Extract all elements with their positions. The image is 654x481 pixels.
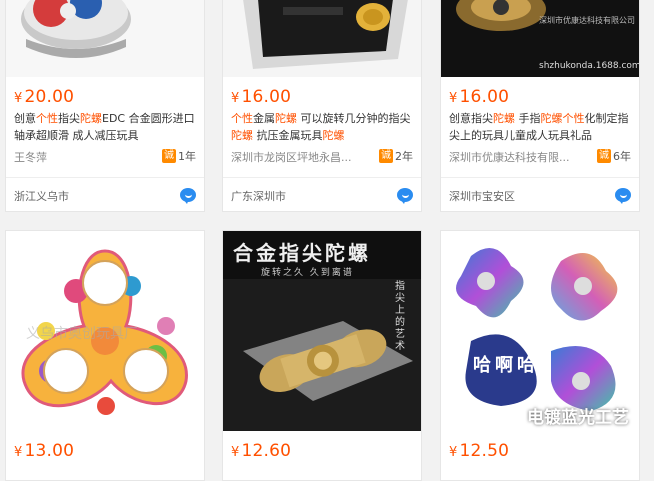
divider [441, 177, 639, 178]
product-location: 浙江义乌市 [14, 190, 69, 203]
title-keyword-highlight: 陀螺 [540, 112, 563, 125]
product-price: ¥13.00 [14, 441, 75, 461]
product-image[interactable]: 义乌市奥创玩具厂 [6, 231, 204, 431]
product-price: ¥16.00 [449, 87, 510, 107]
title-keyword-highlight: 陀螺 [231, 129, 253, 142]
title-keyword-highlight: 个性 [231, 112, 253, 125]
shop-name[interactable]: 王冬萍 [14, 149, 47, 165]
title-keyword-highlight: 陀螺 [275, 112, 297, 125]
title-text-segment: 金属 [253, 112, 275, 125]
chat-icon[interactable] [180, 188, 196, 204]
product-logo-text: 哈啊哈 [473, 355, 539, 376]
product-image[interactable] [6, 0, 204, 77]
product-card[interactable]: ¥16.00 个性金属陀螺 可以旋转几分钟的指尖陀螺 抗压金属玩具陀螺 深圳市龙… [222, 0, 422, 212]
product-price: ¥16.00 [231, 87, 292, 107]
watermark-text: 深圳市优康达科技有限公司 [539, 16, 635, 25]
product-image[interactable]: 合金指尖陀螺 旋转之久 久到离谱 指尖上的艺术 [223, 231, 421, 431]
spinner-tin-image [6, 0, 204, 77]
chat-icon[interactable] [615, 188, 631, 204]
title-text-segment: 抗压金属玩具 [253, 129, 323, 142]
title-keyword-highlight: 陀螺 [80, 112, 102, 125]
chengxintong-badge: 诚 6年 [597, 149, 631, 163]
product-title[interactable]: 创意个性指尖陀螺EDC 合金圆形进口轴承超顺滑 成人减压玩具 [14, 110, 198, 144]
product-card[interactable]: 义乌市奥创玩具厂 ¥13.00 [5, 230, 205, 481]
product-title[interactable]: 个性金属陀螺 可以旋转几分钟的指尖陀螺 抗压金属玩具陀螺 [231, 110, 415, 144]
chat-icon[interactable] [397, 188, 413, 204]
product-card[interactable]: 哈啊哈 电镀蓝光工艺 ¥12.50 [440, 230, 640, 481]
product-card[interactable]: 深圳市优康达科技有限公司 shzhukonda.1688.com ¥16.00 … [440, 0, 640, 212]
product-image[interactable]: 哈啊哈 电镀蓝光工艺 [441, 231, 639, 431]
divider [223, 177, 421, 178]
title-keyword-highlight: 个性 [36, 112, 58, 125]
product-price: ¥20.00 [14, 87, 75, 107]
title-text-segment: 指尖 [58, 112, 80, 125]
watermark-text: 义乌市奥创玩具厂 [26, 326, 138, 342]
divider [6, 177, 204, 178]
spinner-box-image [223, 0, 421, 77]
product-card[interactable]: 合金指尖陀螺 旋转之久 久到离谱 指尖上的艺术 ¥12.60 [222, 230, 422, 481]
cheng-icon: 诚 [597, 149, 611, 163]
title-keyword-highlight: 个性 [562, 112, 585, 125]
product-price: ¥12.50 [449, 441, 510, 461]
title-text-segment: 创意 [14, 112, 36, 125]
product-location: 广东深圳市 [231, 190, 286, 203]
banner-subtitle: 旋转之久 久到离谱 [261, 268, 354, 278]
product-price: ¥12.60 [231, 441, 292, 461]
title-keyword-highlight: 陀螺 [493, 112, 515, 125]
title-text-segment: 可以旋转几分钟的指尖 [297, 112, 411, 125]
shop-name[interactable]: 深圳市龙岗区坪地永昌... [231, 149, 352, 165]
banner-side-text: 指尖上的艺术 [395, 281, 405, 352]
chengxintong-badge: 诚 2年 [379, 149, 413, 163]
banner-caption: 电镀蓝光工艺 [527, 408, 629, 428]
product-image[interactable]: 深圳市优康达科技有限公司 shzhukonda.1688.com [441, 0, 639, 77]
cheng-icon: 诚 [162, 149, 176, 163]
chengxintong-badge: 诚 1年 [162, 149, 196, 163]
title-text-segment: 创意指尖 [449, 112, 493, 125]
title-text-segment: 手指 [515, 112, 541, 125]
product-card[interactable]: ¥20.00 创意个性指尖陀螺EDC 合金圆形进口轴承超顺滑 成人减压玩具 王冬… [5, 0, 205, 212]
title-keyword-highlight: 陀螺 [322, 129, 345, 142]
shop-name[interactable]: 深圳市优康达科技有限... [449, 149, 570, 165]
watermark-url: shzhukonda.1688.com [539, 61, 639, 71]
product-title[interactable]: 创意指尖陀螺 手指陀螺个性化制定指尖上的玩具儿童成人玩具礼品 [449, 110, 633, 144]
product-image[interactable] [223, 0, 421, 77]
banner-title: 合金指尖陀螺 [233, 241, 371, 265]
cheng-icon: 诚 [379, 149, 393, 163]
spinner-rainbow-image [441, 231, 639, 431]
product-location: 深圳市宝安区 [449, 190, 515, 203]
